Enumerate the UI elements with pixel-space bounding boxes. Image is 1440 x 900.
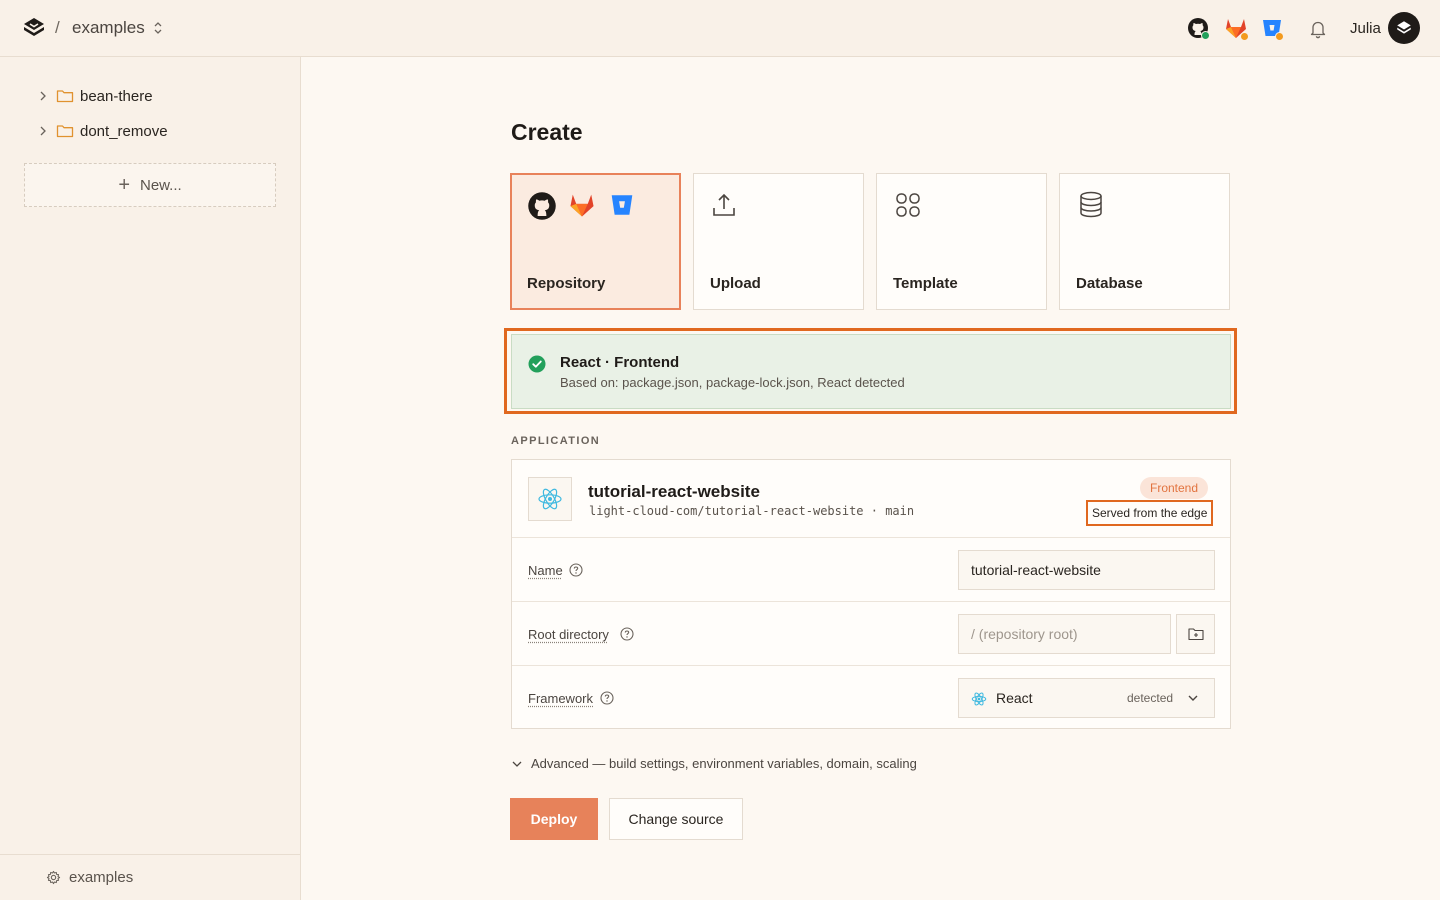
bitbucket-provider-button[interactable] <box>1260 16 1288 44</box>
gitlab-provider-button[interactable] <box>1223 16 1251 44</box>
source-card-label: Repository <box>527 275 606 292</box>
chevron-down-icon <box>512 761 522 767</box>
new-button[interactable]: + New... <box>24 163 276 207</box>
gear-icon <box>46 870 61 885</box>
workspace-settings-link[interactable]: examples <box>0 854 301 900</box>
sidebar: bean-there dont_remove + New... examples <box>0 57 301 900</box>
application-header: tutorial-react-website light-cloud-com/t… <box>512 460 1230 538</box>
edge-note-highlight: Served from the edge <box>1086 500 1214 526</box>
breadcrumb-project[interactable]: examples <box>72 18 145 38</box>
chevron-down-icon <box>1188 695 1198 701</box>
breadcrumb-separator: / <box>55 18 60 37</box>
folder-icon <box>56 125 74 138</box>
detection-banner <box>511 334 1231 409</box>
sidebar-item-label: dont_remove <box>80 122 168 140</box>
source-card-label: Upload <box>710 275 761 292</box>
folder-plus-icon <box>1187 628 1204 641</box>
connected-status-dot <box>1201 31 1210 40</box>
framework-label: Framework <box>528 691 594 706</box>
pending-status-dot <box>1275 32 1284 41</box>
application-card: tutorial-react-website light-cloud-com/t… <box>511 459 1231 729</box>
upload-icon <box>713 193 735 216</box>
framework-row: Framework React detected <box>512 666 1230 730</box>
github-icon <box>528 192 556 220</box>
folder-icon <box>56 90 74 103</box>
advanced-settings-label: Advanced — build settings, environment v… <box>531 756 917 771</box>
react-logo-tile <box>528 477 572 521</box>
bell-icon[interactable] <box>1309 19 1327 39</box>
framework-detected-hint: detected <box>1127 691 1174 705</box>
react-icon <box>538 488 562 510</box>
source-card-database[interactable]: Database <box>1059 173 1230 310</box>
source-card-label: Database <box>1076 275 1143 292</box>
avatar[interactable] <box>1388 12 1420 44</box>
section-label-application: APPLICATION <box>511 435 601 447</box>
plus-icon: + <box>118 174 130 196</box>
detection-title: React · Frontend <box>560 354 680 371</box>
app-logo-icon <box>1397 21 1411 34</box>
root-directory-label: Root directory <box>528 627 609 642</box>
root-directory-field[interactable] <box>958 614 1171 654</box>
new-button-label: New... <box>140 176 182 194</box>
root-directory-row: Root directory <box>512 602 1230 666</box>
check-circle-icon <box>528 355 546 373</box>
help-icon[interactable] <box>620 627 634 641</box>
source-card-template[interactable]: Template <box>876 173 1047 310</box>
status-badge: Frontend <box>1140 477 1209 499</box>
source-card-upload[interactable]: Upload <box>693 173 864 310</box>
workspace-name: examples <box>69 869 134 886</box>
chevron-up-down-icon[interactable] <box>152 19 164 37</box>
gitlab-icon <box>570 194 594 217</box>
source-card-repository[interactable]: Repository <box>510 173 681 310</box>
page-title: Create <box>511 119 583 145</box>
user-name[interactable]: Julia <box>1350 20 1381 37</box>
chevron-right-icon[interactable] <box>36 124 50 138</box>
browse-folder-button[interactable] <box>1176 614 1215 654</box>
detection-subtitle: Based on: package.json, package-lock.jso… <box>560 375 905 390</box>
help-icon[interactable] <box>600 691 614 705</box>
deploy-button[interactable]: Deploy <box>510 798 598 840</box>
name-field[interactable] <box>958 550 1215 590</box>
app-logo-icon[interactable] <box>22 16 46 40</box>
top-bar: / examples Julia <box>0 0 1440 57</box>
pending-status-dot <box>1240 32 1249 41</box>
grid-icon <box>896 193 920 217</box>
react-icon <box>971 692 987 706</box>
sidebar-item-bean-there[interactable]: bean-there <box>36 84 153 108</box>
application-repo: light-cloud-com/tutorial-react-website ·… <box>589 504 915 518</box>
chevron-right-icon[interactable] <box>36 89 50 103</box>
framework-select[interactable]: React detected <box>958 678 1215 718</box>
sidebar-item-label: bean-there <box>80 87 153 105</box>
application-name: tutorial-react-website <box>588 482 760 501</box>
github-provider-button[interactable] <box>1186 16 1214 44</box>
change-source-button[interactable]: Change source <box>609 798 743 840</box>
help-icon[interactable] <box>569 563 583 577</box>
name-label: Name <box>528 563 563 578</box>
database-icon <box>1080 191 1102 218</box>
sidebar-item-dont-remove[interactable]: dont_remove <box>36 119 168 143</box>
framework-value: React <box>996 690 1033 706</box>
source-card-label: Template <box>893 275 958 292</box>
bitbucket-icon <box>611 195 633 215</box>
advanced-settings-toggle[interactable]: Advanced — build settings, environment v… <box>511 756 917 771</box>
name-row: Name <box>512 538 1230 602</box>
